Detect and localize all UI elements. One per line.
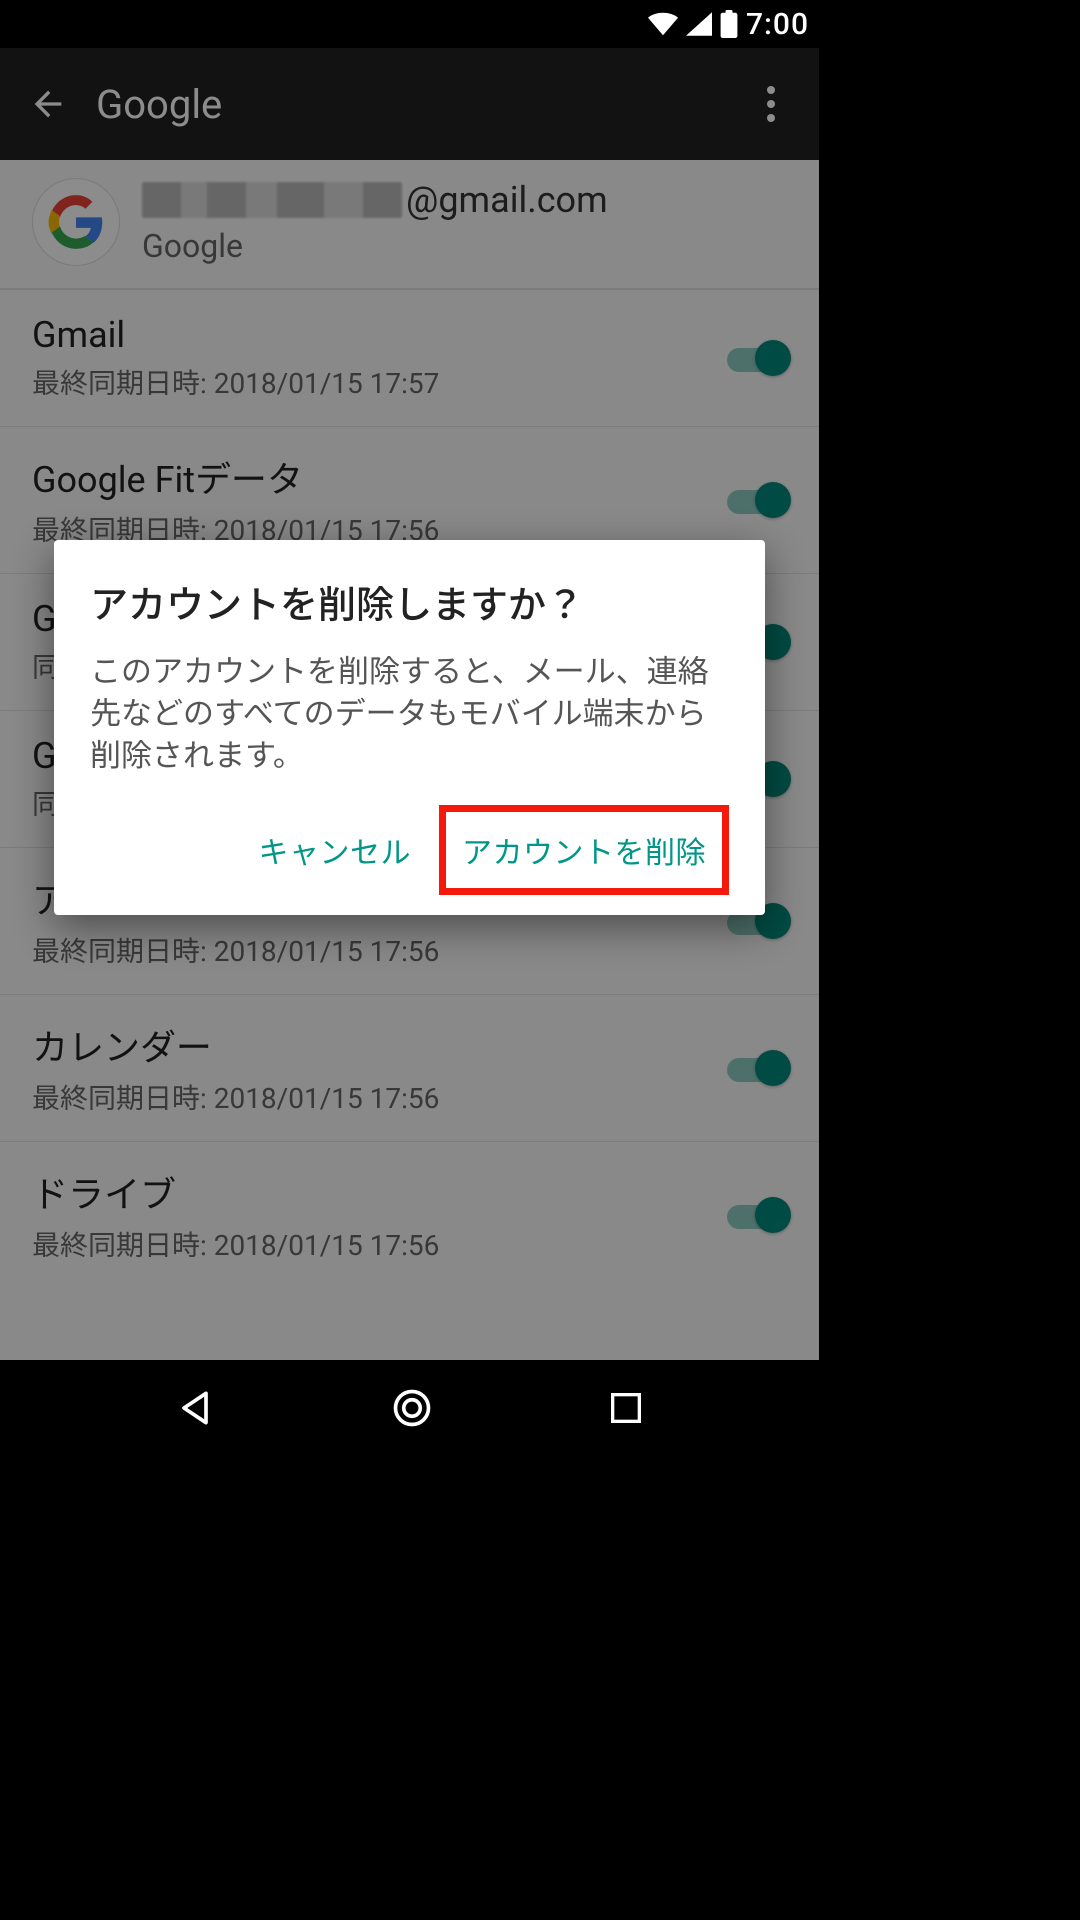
- nav-recents-icon[interactable]: [606, 1388, 646, 1428]
- nav-back-icon[interactable]: [173, 1386, 217, 1430]
- remove-account-button[interactable]: アカウントを削除: [446, 814, 722, 886]
- nav-home-icon[interactable]: [390, 1386, 434, 1430]
- cell-signal-icon: [686, 12, 712, 36]
- remove-account-dialog: アカウントを削除しますか？ このアカウントを削除すると、メール、連絡先などのすべ…: [54, 540, 765, 915]
- battery-icon: [720, 10, 738, 38]
- wifi-icon: [648, 12, 678, 36]
- confirm-highlight-box: アカウントを削除: [439, 805, 729, 895]
- status-clock: 7:00: [746, 7, 809, 42]
- dialog-title: アカウントを削除しますか？: [90, 574, 729, 629]
- dialog-body: このアカウントを削除すると、メール、連絡先などのすべてのデータもモバイル端末から…: [90, 651, 729, 777]
- cancel-button[interactable]: キャンセル: [243, 805, 428, 895]
- navigation-bar: [0, 1360, 819, 1456]
- phone-screen: 7:00 Google @gmail.com: [0, 0, 819, 1456]
- status-bar: 7:00: [0, 0, 819, 48]
- dialog-actions: キャンセル アカウントを削除: [90, 805, 729, 895]
